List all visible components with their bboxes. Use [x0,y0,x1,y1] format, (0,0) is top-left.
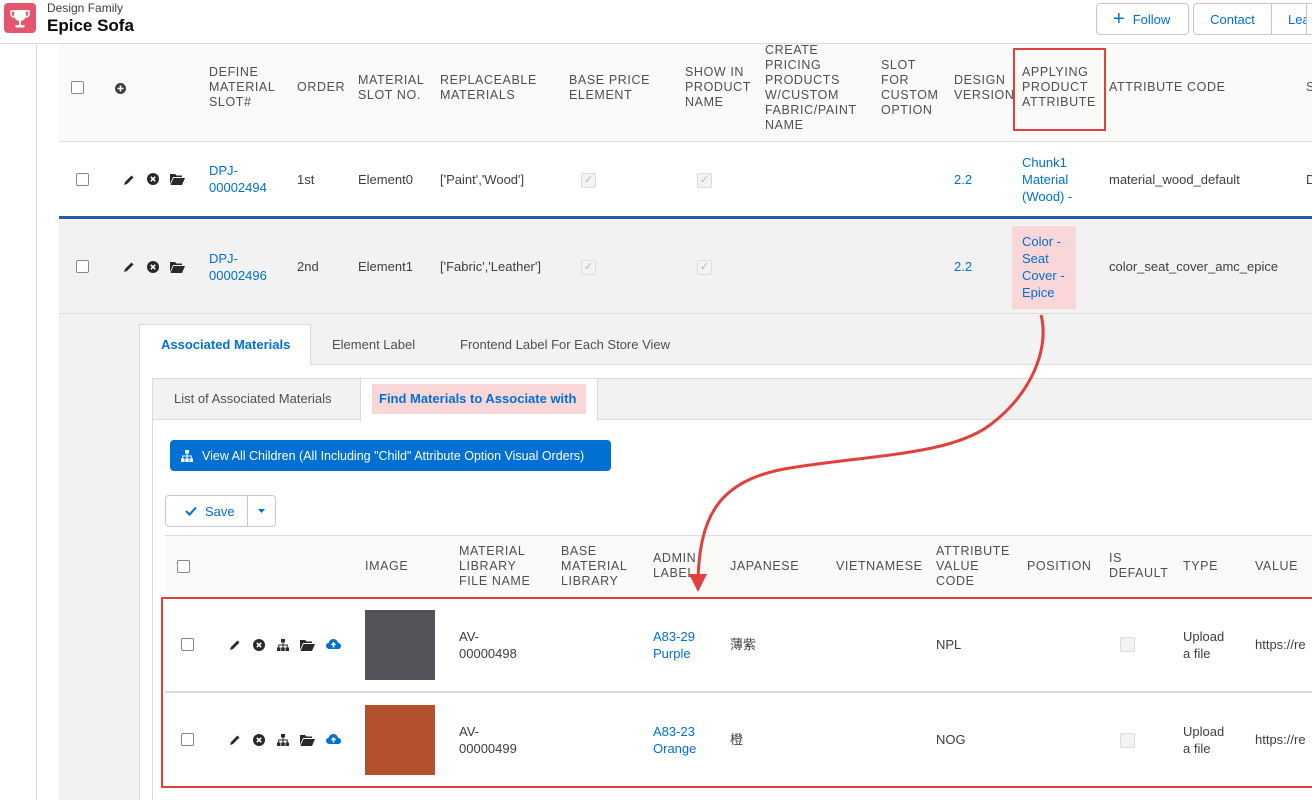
annotation-arrow [689,314,1045,592]
